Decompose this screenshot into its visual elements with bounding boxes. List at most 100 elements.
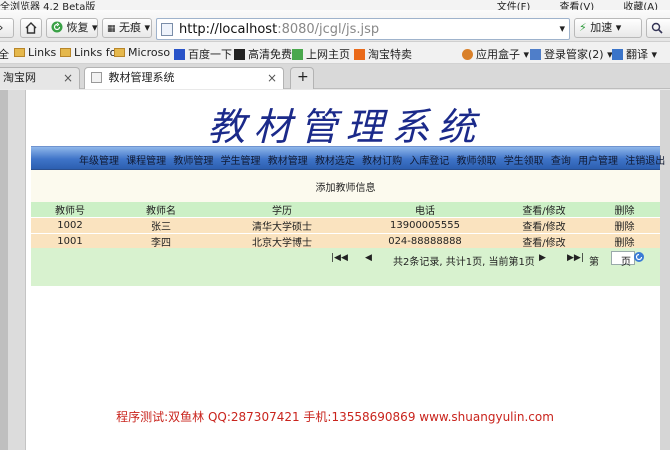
tab-label: 教材管理系统 <box>108 71 175 84</box>
table-row: 1001 李四 北京大学博士 024-88888888 查看/修改 删除 <box>31 233 660 249</box>
menu-stock-in[interactable]: 入库登记 <box>409 156 449 167</box>
page-icon <box>91 72 102 83</box>
col-phone: 电话 <box>351 202 499 218</box>
bookmark-hd-free[interactable]: 高清免费 <box>234 46 292 62</box>
add-teacher-link[interactable]: 添加教师信息 <box>31 179 660 194</box>
col-view-edit: 查看/修改 <box>499 202 589 218</box>
folder-icon <box>114 48 125 57</box>
page-jump-prefix: 第 <box>589 257 599 268</box>
restore-arrow-icon <box>51 21 63 33</box>
tab-jcgl[interactable]: 教材管理系统 × <box>84 67 284 89</box>
folder-icon <box>60 48 71 57</box>
bookmark-microsoft[interactable]: Microso <box>114 46 170 59</box>
cell-education: 北京大学博士 <box>213 233 351 249</box>
search-icon <box>651 22 663 34</box>
col-education: 学历 <box>213 202 351 218</box>
menu-teacher-receive[interactable]: 教师领取 <box>457 156 497 167</box>
cell-teacher-id: 1002 <box>31 217 109 234</box>
chevron-down-icon: ▾ <box>615 21 622 34</box>
delete-link[interactable]: 删除 <box>589 217 660 234</box>
view-edit-link[interactable]: 查看/修改 <box>499 217 589 234</box>
col-teacher-name: 教师名 <box>109 202 213 218</box>
bookmark-links-fo[interactable]: Links fo <box>60 46 116 59</box>
form-header: 添加教师信息 <box>31 170 660 202</box>
app-title: 教材管理系统 <box>207 105 484 149</box>
menu-student-receive[interactable]: 学生领取 <box>504 156 544 167</box>
menu-textbook[interactable]: 教材管理 <box>268 156 308 167</box>
menu-student[interactable]: 学生管理 <box>221 156 261 167</box>
home-page-icon <box>292 49 303 60</box>
chevron-down-icon: ▾ <box>92 21 98 34</box>
cell-phone: 13900005555 <box>351 217 499 234</box>
menu-course[interactable]: 课程管理 <box>126 156 166 167</box>
browser-toolbar: › 恢复 ▾ ▦ 无痕 ▾ http://localhost:8080/jcgl… <box>0 10 670 42</box>
plus-icon: + <box>297 69 309 85</box>
chevron-right-icon: › <box>0 21 3 34</box>
login-manager-button[interactable]: 登录管家(2) ▾ <box>530 46 613 62</box>
address-text: http://localhost:8080/jcgl/js.jsp <box>179 22 380 37</box>
new-tab-button[interactable]: + <box>290 67 314 89</box>
table-header-row: 教师号 教师名 学历 电话 查看/修改 删除 <box>31 202 660 218</box>
tab-taobao[interactable]: 淘宝网 × <box>0 67 80 89</box>
key-icon <box>530 49 541 60</box>
next-page-icon[interactable]: ▶ <box>539 253 546 263</box>
teacher-table: 教师号 教师名 学历 电话 查看/修改 删除 1002 张三 清华大学硕士 13… <box>31 202 660 249</box>
search-button[interactable] <box>646 18 670 38</box>
home-button[interactable] <box>20 18 42 38</box>
app-banner: 教材管理系统 <box>31 90 660 149</box>
menu-grade[interactable]: 年级管理 <box>79 156 119 167</box>
lightning-icon: ⚡ <box>579 21 587 34</box>
translate-button[interactable]: 翻译 ▾ <box>612 46 657 62</box>
forward-button[interactable]: › <box>0 18 14 38</box>
folder-icon <box>14 48 25 57</box>
accelerate-button[interactable]: ⚡ 加速 ▾ <box>574 18 642 38</box>
cell-education: 清华大学硕士 <box>213 217 351 234</box>
accelerate-label: 加速 <box>590 21 613 34</box>
close-icon[interactable]: × <box>267 68 277 88</box>
first-page-icon[interactable]: |◀◀ <box>331 253 348 263</box>
cell-phone: 024-88888888 <box>351 233 499 249</box>
cell-teacher-name: 张三 <box>109 217 213 234</box>
page-jump-suffix: 页 <box>621 257 631 268</box>
taobao-icon <box>354 49 365 60</box>
delete-link[interactable]: 删除 <box>589 233 660 249</box>
tab-bar: 淘宝网 × 教材管理系统 × + <box>0 64 670 89</box>
page-viewport: 教材管理系统 年级管理 课程管理 教师管理 学生管理 教材管理 教材选定 教材订… <box>0 90 670 450</box>
app-box-button[interactable]: 应用盒子 ▾ <box>462 46 529 62</box>
movie-icon <box>234 49 245 60</box>
refresh-icon[interactable] <box>633 251 645 263</box>
view-edit-link[interactable]: 查看/修改 <box>499 233 589 249</box>
menu-logout[interactable]: 注销退出 <box>625 156 665 167</box>
chevron-down-icon[interactable]: ▾ <box>559 22 565 35</box>
last-page-icon[interactable]: ▶▶| <box>567 253 584 263</box>
menu-textbook-select[interactable]: 教材选定 <box>315 156 355 167</box>
bookmarks-bar: 全 Links Links fo Microso 百度一下 高清免费 上网主页 … <box>0 42 670 64</box>
bookmark-baidu[interactable]: 百度一下 <box>174 46 232 62</box>
home-icon <box>25 22 37 34</box>
menu-textbook-order[interactable]: 教材订购 <box>362 156 402 167</box>
app-menu-items: 年级管理 课程管理 教师管理 学生管理 教材管理 教材选定 教材订购 入库登记 … <box>79 152 669 167</box>
prev-page-icon[interactable]: ◀ <box>365 253 372 263</box>
bookmark-links[interactable]: Links <box>14 46 56 59</box>
col-teacher-id: 教师号 <box>31 202 109 218</box>
noshadow-button[interactable]: ▦ 无痕 ▾ <box>102 18 152 38</box>
menu-user[interactable]: 用户管理 <box>578 156 618 167</box>
app-page: 教材管理系统 年级管理 课程管理 教师管理 学生管理 教材管理 教材选定 教材订… <box>31 90 665 450</box>
baidu-icon <box>174 49 185 60</box>
pagination: |◀◀ ◀ 共2条记录, 共计1页, 当前第1页 ▶ ▶▶| 第 页 <box>31 248 660 286</box>
tab-label: 淘宝网 <box>3 71 36 84</box>
close-icon[interactable]: × <box>63 68 73 88</box>
pager-summary: 共2条记录, 共计1页, 当前第1页 <box>393 257 535 268</box>
chevron-down-icon: ▾ <box>144 21 151 34</box>
menu-query[interactable]: 查询 <box>551 156 571 167</box>
restore-button[interactable]: 恢复 ▾ <box>46 18 98 38</box>
bookmark-taobao[interactable]: 淘宝特卖 <box>354 46 412 62</box>
bookmark-fav-icon[interactable]: 全 <box>0 46 9 62</box>
grid-icon: ▦ <box>107 24 116 34</box>
app-box-icon <box>462 49 473 60</box>
app-menubar: 年级管理 课程管理 教师管理 学生管理 教材管理 教材选定 教材订购 入库登记 … <box>31 146 665 170</box>
left-sidebar[interactable] <box>0 90 26 450</box>
menu-teacher[interactable]: 教师管理 <box>173 156 213 167</box>
address-bar[interactable]: http://localhost:8080/jcgl/js.jsp ▾ <box>156 18 570 40</box>
bookmark-home[interactable]: 上网主页 <box>292 46 350 62</box>
